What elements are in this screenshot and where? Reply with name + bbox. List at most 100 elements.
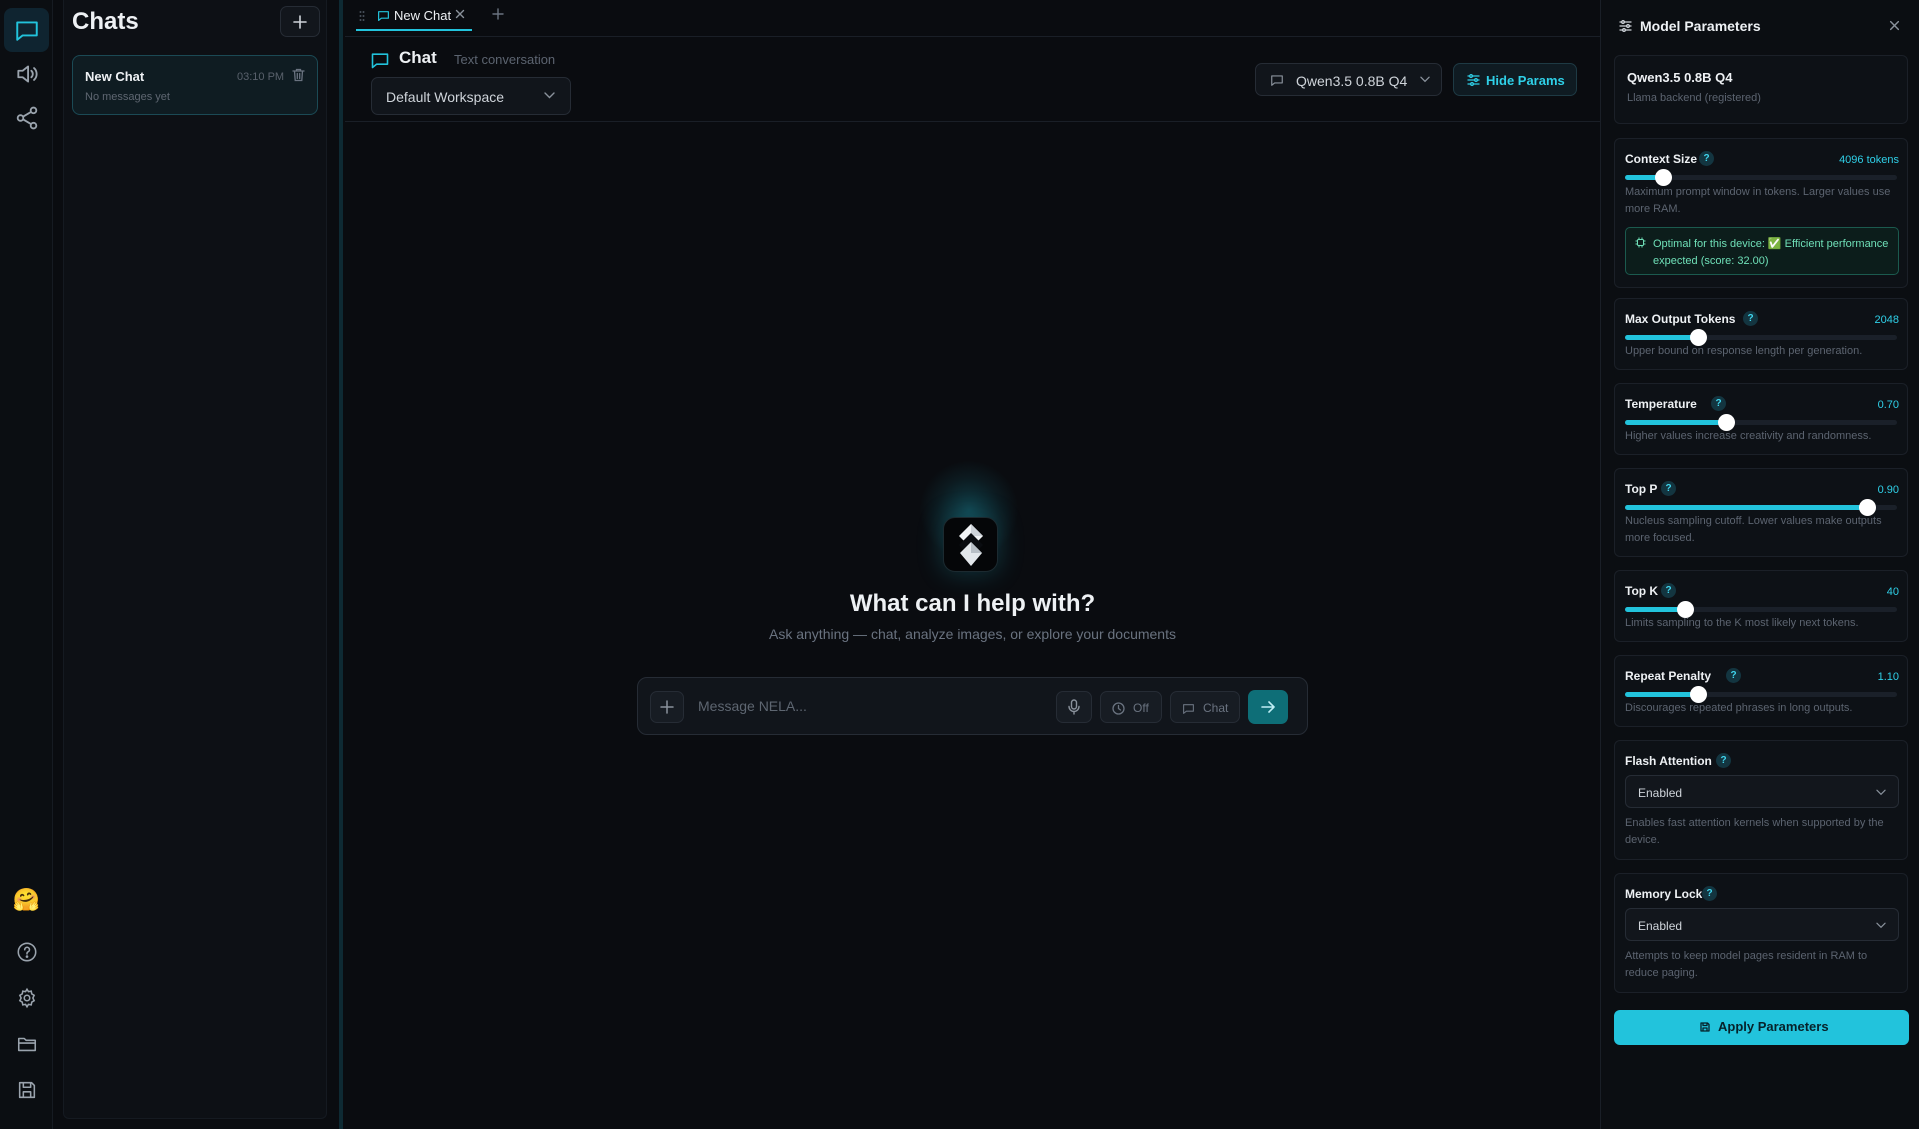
param-value: 4096 tokens: [1839, 154, 1899, 166]
sliders-icon: [1467, 74, 1480, 86]
rail-settings-button[interactable]: [4, 978, 49, 1018]
flash-attention-card: Flash Attention ? Enabled Enables fast a…: [1614, 740, 1908, 860]
model-backend: Llama backend (registered): [1627, 92, 1761, 104]
device-notice: Optimal for this device: ✅ Efficient per…: [1625, 227, 1899, 275]
context-size-slider[interactable]: [1625, 169, 1897, 186]
send-button[interactable]: [1248, 690, 1288, 724]
workspace-select[interactable]: Default Workspace: [371, 77, 571, 115]
add-tab-icon[interactable]: [492, 8, 504, 20]
close-icon[interactable]: [1889, 20, 1900, 31]
flash-attention-select[interactable]: Enabled: [1625, 775, 1899, 808]
chat-item-time: 03:10 PM: [237, 71, 285, 83]
mode-toggle-label: Off: [1133, 701, 1149, 715]
chat-mode-button[interactable]: Chat: [1170, 691, 1240, 723]
model-select-label: Qwen3.5 0.8B Q4: [1296, 73, 1408, 89]
main-area: New Chat Chat Text conversation Default …: [345, 0, 1600, 1129]
arrow-right-icon: [1261, 701, 1275, 713]
help-badge[interactable]: ?: [1743, 311, 1758, 326]
chat-icon: [1270, 73, 1284, 87]
param-label: Flash Attention: [1625, 754, 1712, 768]
microphone-icon: [1067, 699, 1081, 715]
device-notice-text: Optimal for this device: ✅ Efficient per…: [1653, 238, 1889, 267]
new-chat-button[interactable]: [280, 6, 320, 37]
mode-toggle-button[interactable]: Off: [1100, 691, 1162, 723]
folder-icon: [16, 1033, 38, 1055]
microphone-button[interactable]: [1056, 691, 1092, 723]
chat-item-subtitle: No messages yet: [85, 91, 170, 103]
hide-params-label: Hide Params: [1486, 73, 1565, 88]
memory-lock-card: Memory Lock ? Enabled Attempts to keep m…: [1614, 873, 1908, 993]
temperature-card: Temperature ? 0.70 Higher values increas…: [1614, 383, 1908, 455]
chat-list-item[interactable]: New Chat 03:10 PM No messages yet: [72, 55, 318, 115]
rail-chat-button[interactable]: [4, 8, 49, 52]
param-value: 0.70: [1877, 399, 1899, 411]
help-badge[interactable]: ?: [1661, 583, 1676, 598]
active-tab-indicator: [356, 29, 472, 31]
panel-title: Model Parameters: [1640, 18, 1761, 34]
plus-icon: [293, 14, 307, 29]
chat-icon: [370, 50, 390, 70]
app-logo: [943, 517, 998, 572]
share-icon: [14, 105, 40, 131]
page-subtitle: Text conversation: [454, 52, 556, 67]
chat-item-title: New Chat: [85, 69, 145, 84]
param-description: Higher values increase creativity and ra…: [1625, 430, 1872, 442]
top-p-slider[interactable]: [1625, 499, 1897, 516]
plus-icon: [660, 700, 674, 714]
apply-parameters-label: Apply Parameters: [1718, 1019, 1829, 1034]
workspace-label: Default Workspace: [386, 89, 505, 105]
model-name: Qwen3.5 0.8B Q4: [1627, 70, 1733, 85]
save-icon: [16, 1079, 38, 1101]
rail-save-button[interactable]: [4, 1070, 49, 1110]
rail-audio-button[interactable]: [4, 52, 49, 96]
help-badge[interactable]: ?: [1726, 668, 1741, 683]
param-value: 40: [1886, 586, 1899, 598]
hide-params-button[interactable]: Hide Params: [1453, 63, 1577, 96]
page-title: Chat: [399, 48, 437, 67]
param-label: Temperature: [1625, 397, 1697, 411]
attach-button[interactable]: [650, 691, 684, 723]
rail-huggingface-button[interactable]: 🤗: [4, 880, 49, 920]
message-composer: Message NELA... Off Chat: [637, 677, 1308, 735]
close-icon[interactable]: [455, 9, 465, 19]
select-value: Enabled: [1638, 919, 1683, 933]
welcome-subtitle: Ask anything — chat, analyze images, or …: [769, 626, 1176, 642]
rail-help-button[interactable]: [4, 932, 49, 972]
param-description: Upper bound on response length per gener…: [1625, 345, 1863, 357]
chevron-down-icon: [1876, 922, 1886, 929]
rail-share-button[interactable]: [4, 96, 49, 140]
param-value: 2048: [1874, 314, 1899, 326]
chat-mode-label: Chat: [1203, 701, 1229, 715]
memory-lock-select[interactable]: Enabled: [1625, 908, 1899, 941]
welcome-title: What can I help with?: [849, 590, 1096, 617]
param-label: Top K: [1625, 584, 1659, 598]
param-description: Enables fast attention kernels when supp…: [1625, 817, 1884, 846]
save-icon: [1699, 1021, 1711, 1033]
chat-icon: [14, 17, 40, 43]
context-size-card: Context Size ? 4096 tokens Maximum promp…: [1614, 138, 1908, 288]
param-value: 0.90: [1877, 484, 1899, 496]
chat-header: Chat Text conversation Default Workspace…: [345, 37, 1600, 122]
icon-rail: 🤗: [0, 0, 53, 1129]
rail-files-button[interactable]: [4, 1024, 49, 1064]
param-label: Context Size: [1625, 152, 1698, 166]
trash-icon[interactable]: [292, 68, 305, 82]
chevron-down-icon: [1420, 76, 1430, 83]
param-value: 1.10: [1877, 671, 1899, 683]
help-badge[interactable]: ?: [1716, 753, 1731, 768]
help-badge[interactable]: ?: [1661, 481, 1676, 496]
max-output-tokens-slider[interactable]: [1625, 329, 1897, 346]
model-select[interactable]: Qwen3.5 0.8B Q4: [1255, 63, 1442, 96]
param-description: Limits sampling to the K most likely nex…: [1625, 617, 1859, 629]
select-value: Enabled: [1638, 786, 1683, 800]
help-badge[interactable]: ?: [1699, 151, 1714, 166]
repeat-penalty-slider[interactable]: [1625, 686, 1897, 703]
message-input[interactable]: Message NELA...: [698, 698, 807, 714]
apply-parameters-button[interactable]: Apply Parameters: [1614, 1010, 1909, 1045]
temperature-slider[interactable]: [1625, 414, 1897, 431]
help-badge[interactable]: ?: [1702, 886, 1717, 901]
max-output-tokens-card: Max Output Tokens ? 2048 Upper bound on …: [1614, 298, 1908, 370]
resize-divider[interactable]: [339, 0, 343, 1129]
help-badge[interactable]: ?: [1711, 396, 1726, 411]
top-k-slider[interactable]: [1625, 601, 1897, 618]
